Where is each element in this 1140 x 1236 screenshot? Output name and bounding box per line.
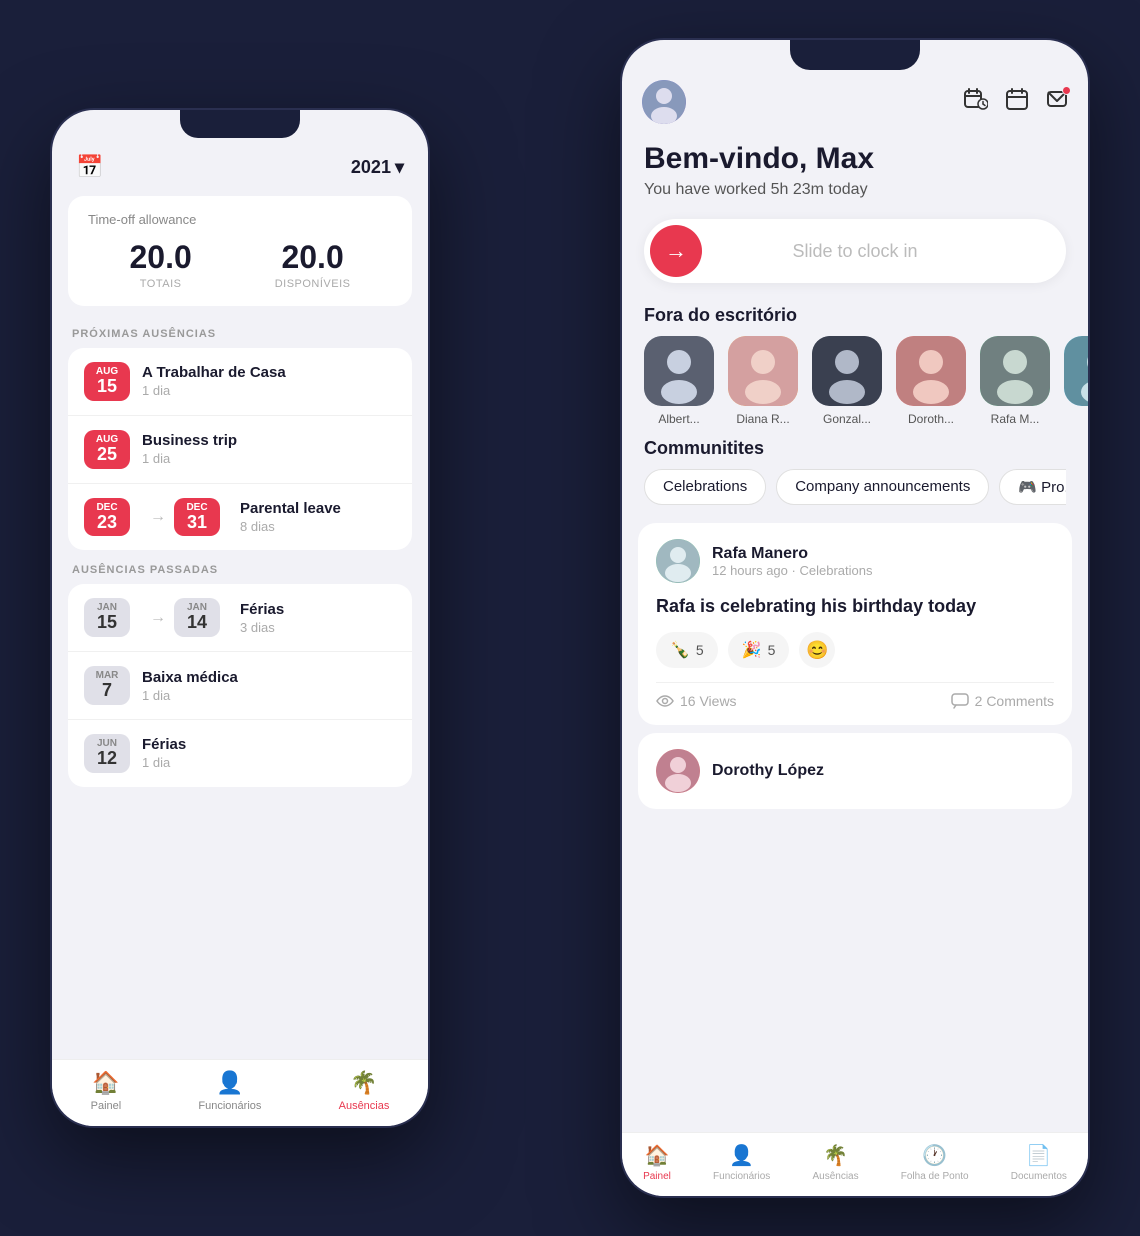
notch-back <box>180 110 300 138</box>
clock-in-label: Slide to clock in <box>702 241 1060 262</box>
nav-front-documentos[interactable]: 📄 Documentos <box>1011 1143 1067 1182</box>
notch-front <box>790 40 920 70</box>
absence-item[interactable]: AUG 15 A Trabalhar de Casa 1 dia <box>68 348 412 416</box>
tag-pro[interactable]: 🎮 Pro... <box>999 469 1066 505</box>
post-footer: 16 Views 2 Comments <box>656 682 1054 709</box>
person-front-icon: 👤 <box>729 1143 754 1168</box>
upcoming-absence-list: AUG 15 A Trabalhar de Casa 1 dia AUG 25 … <box>68 348 412 550</box>
post2-author-avatar <box>656 749 700 793</box>
past-section-title: AUSÊNCIAS PASSADAS <box>52 550 428 584</box>
communities-title: Communitites <box>644 438 1066 459</box>
out-of-office-heading: Fora do escritório <box>622 297 1088 336</box>
header-icons <box>964 88 1068 116</box>
welcome-section: Bem-vindo, Max You have worked 5h 23m to… <box>622 132 1088 205</box>
absence-item[interactable]: MAR 7 Baixa médica 1 dia <box>68 652 412 720</box>
front-header <box>622 70 1088 132</box>
document-front-icon: 📄 <box>1026 1143 1051 1168</box>
home-front-icon: 🏠 <box>645 1143 670 1168</box>
post-reactions: 🍾 5 🎉 5 😊 <box>656 632 1054 668</box>
available-value: 20.0 <box>275 239 351 276</box>
nav-front-painel[interactable]: 🏠 Painel <box>643 1143 671 1182</box>
post-comments: 2 Comments <box>951 693 1054 709</box>
time-off-card: Time-off allowance 20.0 TOTAIS 20.0 DISP… <box>68 196 412 306</box>
person-avatar-cr <box>1064 336 1088 406</box>
person-avatar-diana <box>728 336 798 406</box>
back-phone: 📅 2021 ▾ Time-off allowance 20.0 TOTAIS … <box>50 108 430 1128</box>
nav-front-funcionarios[interactable]: 👤 Funcionários <box>713 1143 770 1182</box>
palm-front-icon: 🌴 <box>823 1143 848 1168</box>
date-badge-aug15: AUG 15 <box>84 362 130 401</box>
welcome-title: Bem-vindo, Max <box>644 142 1066 175</box>
absence-item[interactable]: JAN 15 → JAN 14 Férias 3 dias <box>68 584 412 652</box>
person-avatar-rafa <box>980 336 1050 406</box>
post2-author-name: Dorothy López <box>712 762 824 780</box>
reaction-btn-bottle[interactable]: 🍾 5 <box>656 632 718 668</box>
total-block: 20.0 TOTAIS <box>129 239 191 290</box>
post-author-avatar <box>656 539 700 583</box>
nav-front-folha[interactable]: 🕐 Folha de Ponto <box>901 1143 969 1182</box>
time-off-title: Time-off allowance <box>88 212 392 227</box>
back-header: 📅 2021 ▾ <box>52 138 428 188</box>
person-card[interactable]: Diana R... <box>728 336 798 426</box>
absence-item[interactable]: JUN 12 Férias 1 dia <box>68 720 412 787</box>
slider-button[interactable]: → <box>650 225 702 277</box>
person-avatar-albert <box>644 336 714 406</box>
past-absence-list: JAN 15 → JAN 14 Férias 3 dias MAR <box>68 584 412 786</box>
calendar-icon: 📅 <box>76 154 103 180</box>
post-header: Rafa Manero 12 hours ago · Celebrations <box>656 539 1054 583</box>
notification-badge <box>1062 86 1071 95</box>
available-label: DISPONÍVEIS <box>275 278 351 290</box>
upcoming-section-title: PRÓXIMAS AUSÊNCIAS <box>52 314 428 348</box>
person-card[interactable]: Gonzal... <box>812 336 882 426</box>
post-views: 16 Views <box>656 693 737 709</box>
person-card[interactable]: Rafa M... <box>980 336 1050 426</box>
post-card[interactable]: Rafa Manero 12 hours ago · Celebrations … <box>638 523 1072 725</box>
nav-item-painel[interactable]: 🏠 Painel <box>91 1070 122 1112</box>
total-label: TOTAIS <box>129 278 191 290</box>
reaction-btn-confetti[interactable]: 🎉 5 <box>728 632 790 668</box>
person-avatar-gonzal <box>812 336 882 406</box>
nav-item-funcionarios[interactable]: 👤 Funcionários <box>198 1070 261 1112</box>
available-block: 20.0 DISPONÍVEIS <box>275 239 351 290</box>
person-card[interactable]: Cr... <box>1064 336 1088 426</box>
front-phone: Bem-vindo, Max You have worked 5h 23m to… <box>620 38 1090 1198</box>
bottom-nav-back: 🏠 Painel 👤 Funcionários 🌴 Ausências <box>52 1059 428 1126</box>
year-selector[interactable]: 2021 ▾ <box>351 157 404 178</box>
user-avatar[interactable] <box>642 80 686 124</box>
calendar-front-icon[interactable] <box>1006 88 1028 116</box>
year-chevron-icon: ▾ <box>395 157 404 178</box>
nav-front-ausencias[interactable]: 🌴 Ausências <box>812 1143 858 1182</box>
absence-item[interactable]: AUG 25 Business trip 1 dia <box>68 416 412 484</box>
add-reaction-button[interactable]: 😊 <box>799 632 835 668</box>
person-avatar-dorothy <box>896 336 966 406</box>
clock-in-slider[interactable]: → Slide to clock in <box>644 219 1066 283</box>
timesheet-icon[interactable] <box>964 88 988 116</box>
bottom-nav-front: 🏠 Painel 👤 Funcionários 🌴 Ausências 🕐 Fo… <box>622 1132 1088 1196</box>
communities-section: Communitites Celebrations Company announ… <box>622 432 1088 515</box>
slider-arrow-icon: → <box>665 238 687 264</box>
worked-text: You have worked 5h 23m today <box>644 181 1066 199</box>
home-icon: 🏠 <box>92 1070 119 1096</box>
post-time-community: 12 hours ago · Celebrations <box>712 563 872 578</box>
notification-icon[interactable] <box>1046 88 1068 116</box>
post-body: Rafa is celebrating his birthday today <box>656 595 1054 618</box>
date-badge-aug25: AUG 25 <box>84 430 130 469</box>
time-off-values: 20.0 TOTAIS 20.0 DISPONÍVEIS <box>88 239 392 290</box>
nav-item-ausencias[interactable]: 🌴 Ausências <box>339 1070 390 1112</box>
year-label: 2021 <box>351 157 391 178</box>
person-card[interactable]: Doroth... <box>896 336 966 426</box>
community-tags: Celebrations Company announcements 🎮 Pro… <box>644 469 1066 505</box>
post-card-preview[interactable]: Dorothy López <box>638 733 1072 809</box>
total-value: 20.0 <box>129 239 191 276</box>
absence-item[interactable]: DEC 23 → DEC 31 Parental leave 8 dias <box>68 484 412 551</box>
post-author-name: Rafa Manero <box>712 545 872 563</box>
person-icon: 👤 <box>216 1070 243 1096</box>
tag-celebrations[interactable]: Celebrations <box>644 469 766 505</box>
person-card[interactable]: Albert... <box>644 336 714 426</box>
tag-announcements[interactable]: Company announcements <box>776 469 989 505</box>
scene: 📅 2021 ▾ Time-off allowance 20.0 TOTAIS … <box>20 28 1120 1208</box>
out-of-office-avatars: Albert... Diana R... <box>622 336 1088 432</box>
palm-tree-icon: 🌴 <box>350 1070 377 1096</box>
clock-front-icon: 🕐 <box>922 1143 947 1168</box>
